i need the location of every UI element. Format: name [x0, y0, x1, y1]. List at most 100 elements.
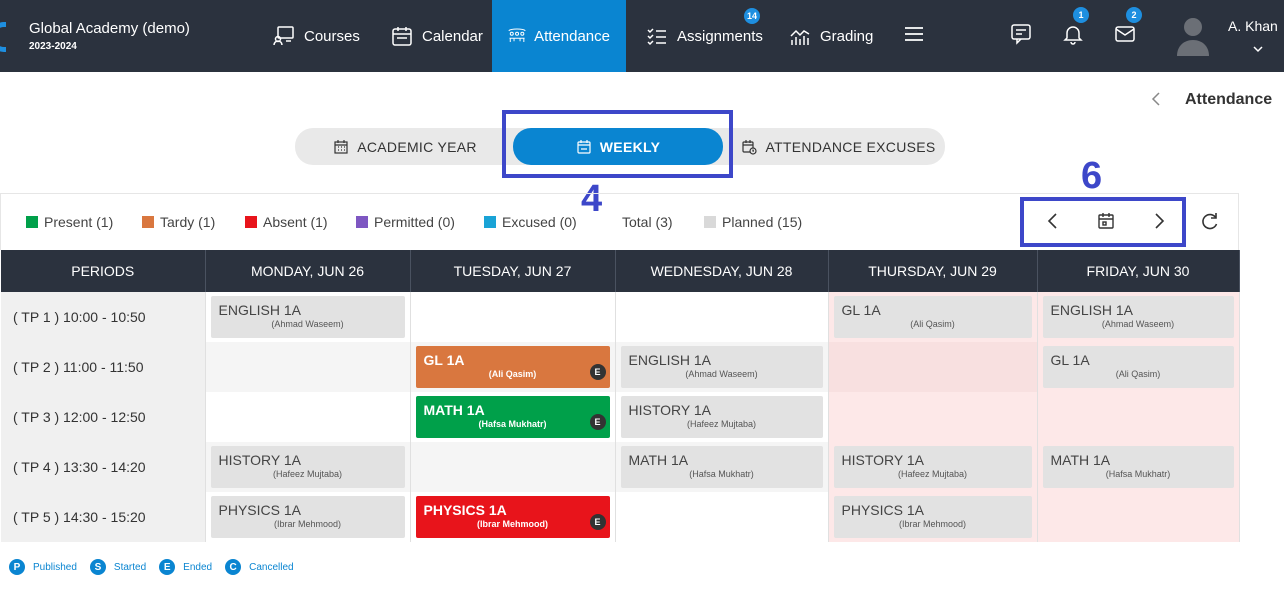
lesson-card[interactable]: HISTORY 1A (Hafeez Mujtaba) — [833, 446, 1032, 488]
back-chevron-icon[interactable] — [1150, 91, 1162, 107]
tardy-swatch — [142, 216, 154, 228]
table-row: ( TP 2 ) 11:00 - 11:50 GL 1A (Ali Qasim)… — [1, 342, 1240, 392]
lesson-card[interactable]: MATH 1A (Hafsa Mukhatr) E — [415, 396, 610, 438]
lesson-course: MATH 1A — [628, 452, 689, 468]
lesson-course: GL 1A — [1050, 352, 1090, 368]
lesson-course: ENGLISH 1A — [628, 352, 711, 368]
timetable-cell — [615, 492, 829, 542]
status-ended-badge: E — [589, 414, 606, 430]
timetable-cell — [1037, 392, 1240, 442]
present-swatch — [26, 216, 38, 228]
calendar-clock-icon — [742, 139, 758, 155]
legend-excused-label: Excused (0) — [502, 214, 577, 230]
lesson-teacher: (Ibrar Mehmood) — [898, 519, 967, 529]
lesson-course: GL 1A — [841, 302, 881, 318]
grading-icon — [790, 29, 810, 45]
period-label: ( TP 2 ) 11:00 - 11:50 — [1, 342, 206, 392]
column-header-monday: MONDAY, JUN 26 — [205, 250, 411, 292]
lesson-teacher: (Hafsa Mukhatr) — [478, 419, 547, 429]
lesson-card[interactable]: ENGLISH 1A (Ahmad Waseem) — [210, 296, 405, 338]
legend-present: Present (1) — [26, 214, 113, 230]
logo-icon — [0, 22, 6, 52]
lesson-course: ENGLISH 1A — [1050, 302, 1133, 318]
lesson-course: MATH 1A — [1050, 452, 1111, 468]
calendar-grid-icon — [334, 139, 348, 154]
legend-present-label: Present (1) — [44, 214, 114, 230]
user-name[interactable]: A. Khan — [1228, 18, 1278, 34]
nav-grading-label: Grading — [820, 27, 874, 45]
lesson-card[interactable]: ENGLISH 1A (Ahmad Waseem) — [620, 346, 823, 388]
chevron-down-icon[interactable] — [1252, 44, 1264, 54]
timetable-cell: PHYSICS 1A (Ibrar Mehmood) — [828, 492, 1038, 542]
mail-icon[interactable] — [1113, 22, 1137, 46]
status-cancelled-label: Cancelled — [249, 561, 294, 573]
tab-attendance-excuses-label: ATTENDANCE EXCUSES — [765, 138, 936, 155]
assignments-badge: 14 — [744, 8, 760, 24]
lesson-teacher: (Ahmad Waseem) — [685, 369, 758, 379]
timetable-cell: GL 1A (Ali Qasim) E — [410, 342, 616, 392]
lesson-card[interactable]: PHYSICS 1A (Ibrar Mehmood) — [833, 496, 1032, 538]
lesson-course: PHYSICS 1A — [218, 502, 301, 518]
timetable-cell: GL 1A (Ali Qasim) — [828, 292, 1038, 342]
legend-total: Total (3) — [622, 214, 673, 230]
legend-planned: Planned (15) — [704, 214, 802, 230]
weekly-timetable: PERIODS MONDAY, JUN 26 TUESDAY, JUN 27 W… — [1, 250, 1240, 542]
nav-attendance[interactable]: Attendance — [492, 0, 626, 72]
refresh-icon[interactable] — [1199, 210, 1221, 232]
bell-icon[interactable] — [1061, 22, 1085, 46]
lesson-course: PHYSICS 1A — [423, 502, 507, 518]
lesson-course: GL 1A — [423, 352, 465, 368]
lesson-card[interactable]: GL 1A (Ali Qasim) E — [415, 346, 610, 388]
lesson-card[interactable]: HISTORY 1A (Hafeez Mujtaba) — [210, 446, 405, 488]
timetable-cell: ENGLISH 1A (Ahmad Waseem) — [615, 342, 829, 392]
lesson-teacher: (Hafsa Mukhatr) — [689, 469, 754, 479]
timetable-cell: HISTORY 1A (Hafeez Mujtaba) — [205, 442, 411, 492]
timetable-cell: PHYSICS 1A (Ibrar Mehmood) — [205, 492, 411, 542]
lesson-card[interactable]: GL 1A (Ali Qasim) — [1042, 346, 1234, 388]
top-navigation-bar: Global Academy (demo) 2023-2024 Courses … — [0, 0, 1284, 72]
lesson-card[interactable]: GL 1A (Ali Qasim) — [833, 296, 1032, 338]
published-badge: P — [9, 559, 25, 575]
timetable-cell — [205, 342, 411, 392]
lesson-card[interactable]: MATH 1A (Hafsa Mukhatr) — [620, 446, 823, 488]
timetable-cell: MATH 1A (Hafsa Mukhatr) — [615, 442, 829, 492]
legend-excused: Excused (0) — [484, 214, 577, 230]
timetable-header-row: PERIODS MONDAY, JUN 26 TUESDAY, JUN 27 W… — [1, 250, 1240, 292]
column-header-periods: PERIODS — [1, 250, 206, 292]
nav-calendar[interactable]: Calendar — [374, 0, 499, 72]
timetable-cell: MATH 1A (Hafsa Mukhatr) E — [410, 392, 616, 442]
table-row: ( TP 5 ) 14:30 - 15:20 PHYSICS 1A (Ibrar… — [1, 492, 1240, 542]
menu-icon[interactable] — [902, 22, 926, 46]
nav-grading[interactable]: Grading — [772, 0, 889, 72]
avatar[interactable] — [1176, 14, 1210, 56]
lesson-card[interactable]: HISTORY 1A (Hafeez Mujtaba) — [620, 396, 823, 438]
planned-swatch — [704, 216, 716, 228]
lesson-teacher: (Ali Qasim) — [488, 369, 537, 379]
chat-icon[interactable] — [1009, 22, 1033, 46]
timetable-cell — [615, 292, 829, 342]
lesson-card[interactable]: MATH 1A (Hafsa Mukhatr) — [1042, 446, 1234, 488]
timetable-cell — [1037, 492, 1240, 542]
lesson-card[interactable]: PHYSICS 1A (Ibrar Mehmood) E — [415, 496, 610, 538]
permitted-swatch — [356, 216, 368, 228]
legend-tardy: Tardy (1) — [142, 214, 215, 230]
period-label: ( TP 1 ) 10:00 - 10:50 — [1, 292, 206, 342]
nav-courses-label: Courses — [304, 27, 360, 45]
tab-academic-year[interactable]: ACADEMIC YEAR — [310, 128, 500, 165]
timetable-cell: ENGLISH 1A (Ahmad Waseem) — [1037, 292, 1240, 342]
lesson-card[interactable]: PHYSICS 1A (Ibrar Mehmood) — [210, 496, 405, 538]
lesson-course: HISTORY 1A — [628, 402, 711, 418]
absent-swatch — [245, 216, 257, 228]
notifications-badge: 1 — [1073, 7, 1089, 23]
lesson-card[interactable]: ENGLISH 1A (Ahmad Waseem) — [1042, 296, 1234, 338]
timetable-cell — [205, 392, 411, 442]
lesson-teacher: (Hafsa Mukhatr) — [1105, 469, 1171, 479]
timetable-cell — [828, 392, 1038, 442]
cancelled-badge: C — [225, 559, 242, 575]
nav-courses[interactable]: Courses — [256, 0, 376, 72]
status-ended-badge: E — [589, 514, 606, 530]
timetable-cell — [410, 442, 616, 492]
nav-calendar-label: Calendar — [422, 27, 483, 45]
status-started: S Started — [89, 559, 146, 575]
tab-attendance-excuses[interactable]: ATTENDANCE EXCUSES — [736, 128, 941, 165]
